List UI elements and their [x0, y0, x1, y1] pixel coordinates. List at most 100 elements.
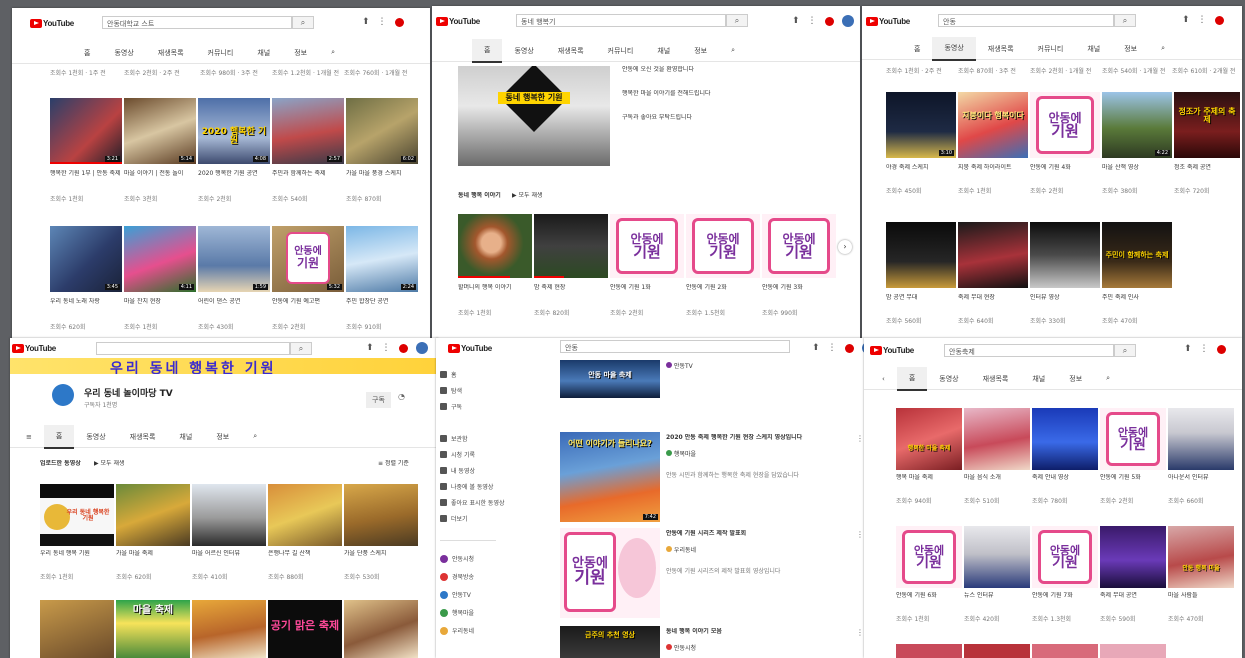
apps-icon[interactable]: ⋮ [1200, 344, 1209, 354]
subscription-channel[interactable]: 경북방송 [440, 572, 474, 581]
video-title[interactable]: 정조 축제 공연 [1174, 164, 1240, 172]
tab-videos[interactable]: 동영상 [102, 42, 145, 64]
tab-community[interactable]: 커뮤니티 [196, 42, 246, 64]
tab-playlists[interactable]: 재생목록 [976, 38, 1026, 60]
video-thumbnail[interactable]: 주민이 함께하는 축제 [1102, 222, 1172, 288]
video-thumbnail[interactable] [896, 644, 962, 658]
youtube-logo[interactable]: YouTube [436, 15, 480, 27]
tab-channels[interactable]: 채널 [245, 42, 282, 64]
video-thumbnail[interactable] [344, 600, 418, 658]
search-button[interactable]: ⌕ [1114, 344, 1136, 357]
tab-home[interactable]: 홈 [896, 366, 928, 391]
video-thumbnail[interactable] [964, 644, 1030, 658]
video-title[interactable]: 2020 행복한 기원 공연 [198, 170, 270, 178]
search-result-channel[interactable]: 행복마을 [666, 450, 696, 459]
tab-channels[interactable]: 채널 [645, 40, 682, 62]
video-title[interactable]: 축제 안내 영상 [1032, 474, 1098, 482]
tab-about[interactable]: 정보 [1112, 38, 1149, 60]
search-input[interactable]: 동네 행복기 [516, 14, 726, 27]
video-thumbnail[interactable]: 안동에 기원 [1100, 408, 1166, 470]
sidebar-item-watch-later[interactable]: 나중에 볼 동영상 [440, 482, 493, 491]
tab-playlists[interactable]: 재생목록 [546, 40, 596, 62]
search-button[interactable]: ⌕ [1114, 14, 1136, 27]
video-thumbnail[interactable]: 3:45 [50, 226, 122, 292]
video-thumbnail[interactable]: 안동에 기원 5:32 [272, 226, 344, 292]
search-result-title[interactable]: 안동TV [666, 362, 693, 371]
tab-channels[interactable]: 채널 [167, 426, 204, 448]
video-title[interactable]: 안동에 기원 예고편 [272, 298, 344, 306]
tab-home[interactable]: 홈 [472, 38, 503, 63]
search-button[interactable]: ⌕ [726, 14, 748, 27]
search-input[interactable] [96, 342, 290, 355]
tab-playlists[interactable]: 재생목록 [971, 368, 1021, 390]
video-thumbnail[interactable]: 안동에 기원 [610, 214, 684, 278]
apps-icon[interactable]: ⋮ [808, 16, 817, 26]
avatar[interactable] [415, 342, 428, 354]
video-thumbnail[interactable] [268, 484, 342, 546]
video-title[interactable]: 우리 동네 노래 자랑 [50, 298, 122, 306]
video-title[interactable]: 행복 마을 축제 [896, 474, 962, 482]
tab-home[interactable]: 홈 [902, 38, 932, 60]
upload-icon[interactable]: ⬆ [366, 343, 374, 353]
video-thumbnail[interactable]: 마을 축제 [116, 600, 190, 658]
video-thumbnail[interactable]: 안동 행복 마을 [1168, 526, 1234, 588]
video-title[interactable]: 뉴스 인터뷰 [964, 592, 1030, 600]
subscribe-button[interactable]: 구독 [366, 392, 391, 408]
tab-videos[interactable]: 동영상 [932, 36, 976, 61]
sidebar-item-library[interactable]: 보관함 [440, 434, 468, 443]
video-thumbnail[interactable] [886, 222, 956, 288]
video-title[interactable]: 안동에 기원 5화 [1100, 474, 1166, 482]
search-input[interactable]: 안동축제 [944, 344, 1114, 357]
search-input[interactable]: 안동 [938, 14, 1114, 27]
video-title[interactable]: 밤 축제 현장 [534, 284, 608, 292]
video-title[interactable]: 가을 단풍 스케치 [344, 550, 418, 558]
subscription-channel[interactable]: 우리동네 [440, 626, 474, 635]
video-thumbnail[interactable]: 안동에 기원 [1032, 526, 1098, 588]
video-title[interactable]: 마을 음식 소개 [964, 474, 1030, 482]
video-thumbnail[interactable]: 안동에 기원 [762, 214, 836, 278]
video-thumbnail[interactable] [958, 222, 1028, 288]
notification-icon[interactable] [1214, 15, 1224, 25]
bell-icon[interactable]: ◔ [398, 392, 405, 401]
video-thumbnail[interactable] [964, 408, 1030, 470]
sidebar-item-explore[interactable]: 탐색 [440, 386, 462, 395]
tab-playlists[interactable]: 재생목록 [146, 42, 196, 64]
search-button[interactable]: ⌕ [290, 342, 312, 355]
search-icon[interactable]: ⌕ [319, 42, 347, 63]
video-thumbnail[interactable] [40, 600, 114, 658]
tab-about[interactable]: 정보 [204, 426, 241, 448]
more-options-icon[interactable]: ⋮ [856, 530, 864, 539]
video-thumbnail[interactable]: 3:10 [886, 92, 956, 158]
video-title[interactable]: 우리 동네 행복 기원 [40, 550, 114, 558]
notification-icon[interactable] [1216, 344, 1226, 354]
video-thumbnail[interactable] [1032, 408, 1098, 470]
video-thumbnail[interactable]: 우리 동네 행복한 기원 [40, 484, 114, 546]
video-title[interactable]: 마을 사람들 [1168, 592, 1234, 600]
video-title[interactable]: 밤 공연 무대 [886, 294, 956, 302]
search-result-thumbnail[interactable]: 금주의 추천 영상 [560, 626, 660, 658]
notification-icon[interactable] [394, 17, 404, 27]
video-thumbnail[interactable] [116, 484, 190, 546]
sidebar-item-my-videos[interactable]: 내 동영상 [440, 466, 475, 475]
video-thumbnail[interactable] [344, 484, 418, 546]
play-all-link[interactable]: ▶ 모두 재생 [512, 192, 543, 200]
search-result-title[interactable]: 동네 행복 이야기 모음 [666, 628, 856, 636]
search-result-channel[interactable]: 안동시청 [666, 644, 696, 653]
search-icon[interactable]: ⌕ [241, 426, 269, 447]
video-thumbnail[interactable] [534, 214, 608, 278]
apps-icon[interactable]: ⋮ [382, 343, 391, 353]
sidebar-item-subscriptions[interactable]: 구독 [440, 402, 462, 411]
video-thumbnail[interactable] [192, 484, 266, 546]
video-thumbnail[interactable]: 2020 행복한 기원 4:08 [198, 98, 270, 164]
avatar[interactable] [841, 15, 854, 27]
search-icon[interactable]: ⌕ [1094, 368, 1122, 389]
tab-videos[interactable]: 동영상 [74, 426, 117, 448]
video-title[interactable]: 은행나무 길 산책 [268, 550, 342, 558]
notification-icon[interactable] [824, 16, 834, 26]
menu-icon[interactable]: ≡ [14, 427, 44, 447]
upload-icon[interactable]: ⬆ [1182, 15, 1190, 25]
video-thumbnail[interactable]: 안동에 기원 [1030, 92, 1100, 158]
video-thumbnail[interactable]: 안동에 기원 [896, 526, 962, 588]
video-title[interactable]: 지붕 축제 하이라이트 [958, 164, 1028, 172]
video-thumbnail[interactable] [1100, 644, 1166, 658]
